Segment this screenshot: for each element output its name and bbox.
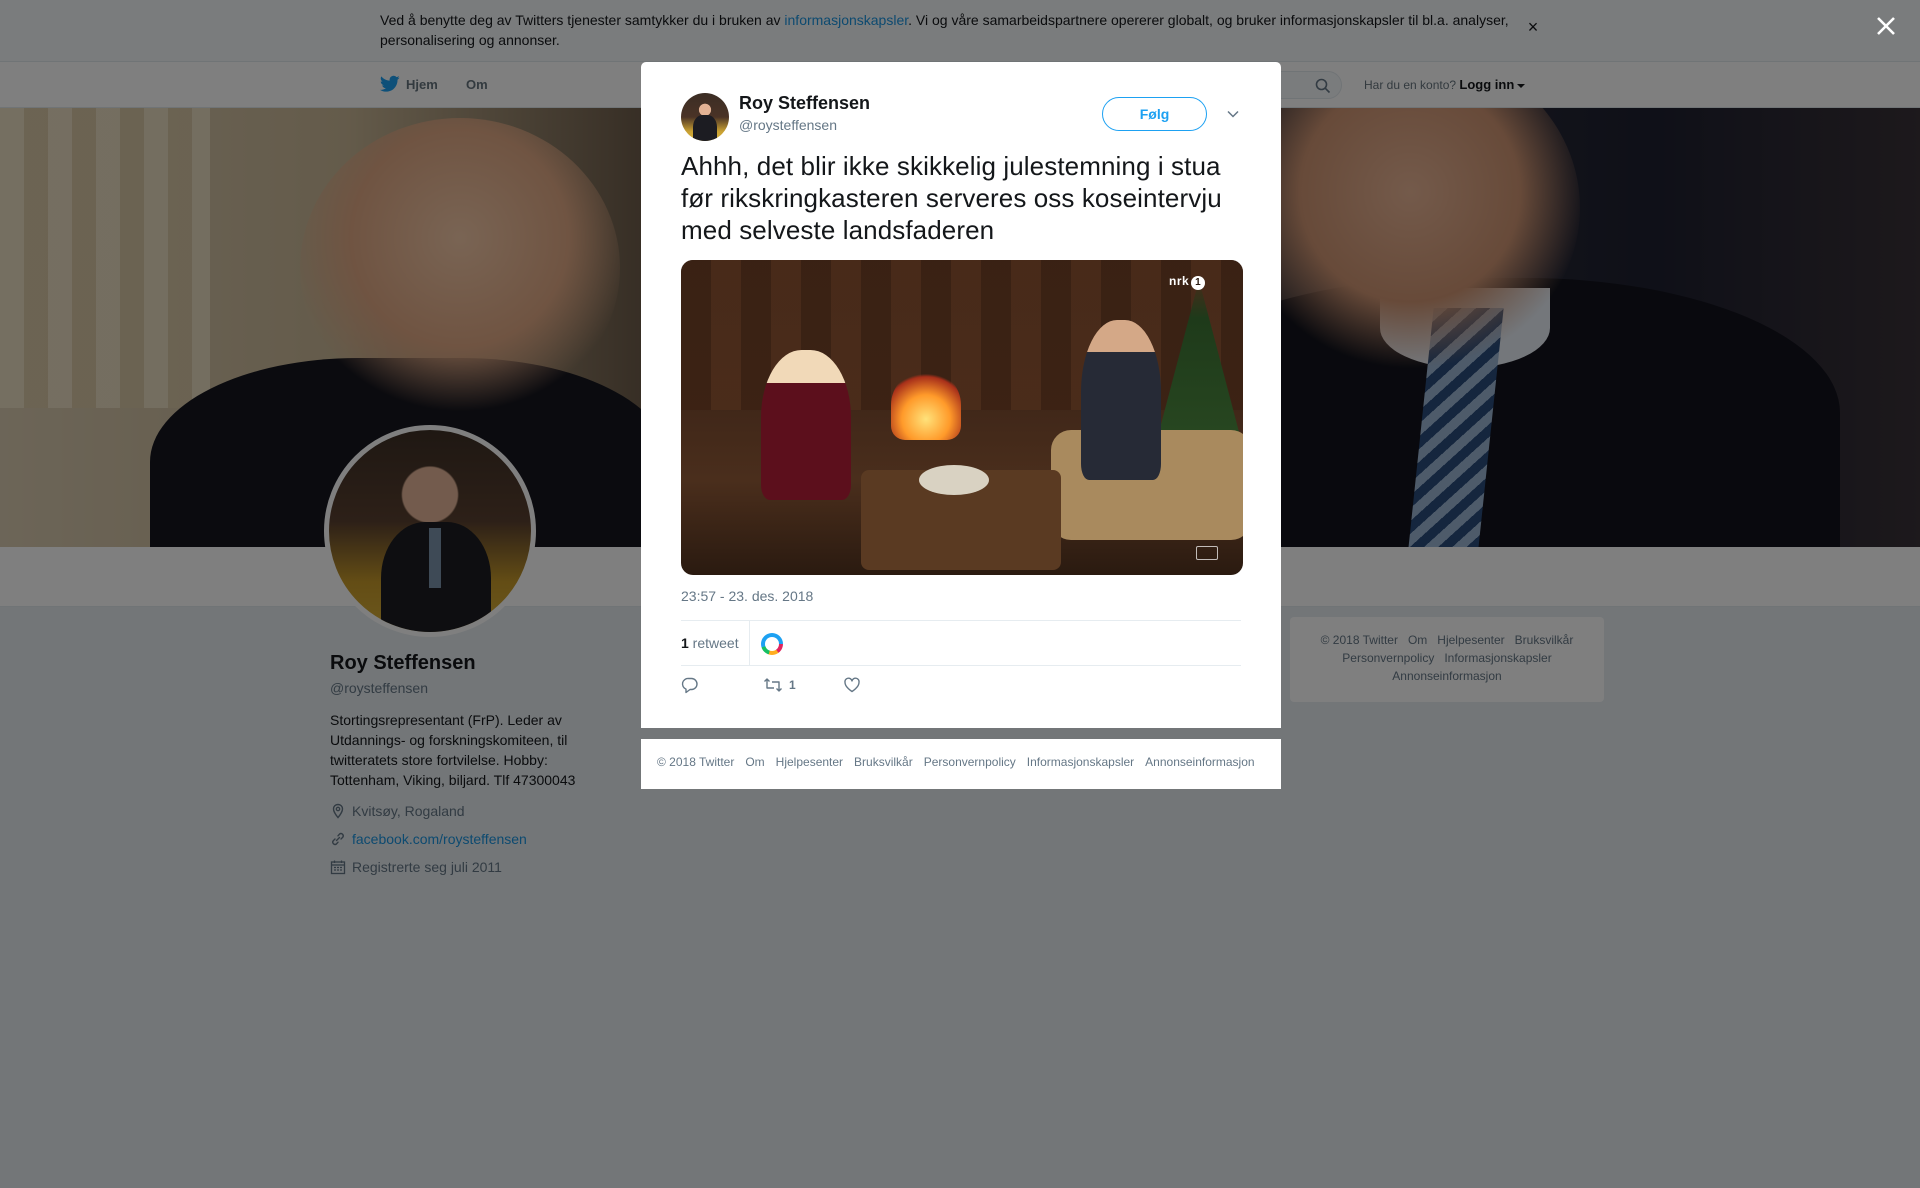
tweet-actions: 1 — [681, 676, 1241, 706]
reply-icon — [681, 677, 698, 694]
retweet-icon — [764, 678, 782, 692]
modal-footer-about[interactable]: Om — [745, 755, 764, 769]
tweet-author-avatar[interactable] — [681, 93, 729, 141]
nrk-logo-text: nrk — [1169, 274, 1190, 288]
chevron-down-icon[interactable] — [1225, 106, 1241, 122]
heart-icon — [844, 677, 860, 693]
modal-footer-copyright: © 2018 Twitter — [657, 755, 735, 769]
nrk-logo-number: 1 — [1191, 276, 1206, 290]
retweet-count-number: 1 — [681, 635, 689, 651]
like-button[interactable] — [843, 676, 867, 694]
tweet-author-handle[interactable]: @roysteffensen — [739, 117, 837, 133]
retweet-count[interactable]: 1 retweet — [681, 635, 739, 651]
close-icon[interactable] — [1872, 12, 1900, 40]
tweet-text: Ahhh, det blir ikke skikkelig julestemni… — [681, 151, 1222, 245]
modal-footer-terms[interactable]: Bruksvilkår — [854, 755, 913, 769]
tweet-author-name[interactable]: Roy Steffensen — [739, 93, 870, 114]
modal-footer-privacy[interactable]: Personvernpolicy — [924, 755, 1016, 769]
retweet-action-count: 1 — [789, 678, 796, 692]
follow-button[interactable]: Følg — [1102, 97, 1207, 131]
retweet-button[interactable]: 1 — [763, 676, 796, 694]
modal-footer-ads[interactable]: Annonseinformasjon — [1145, 755, 1254, 769]
tweet-stats: 1 retweet — [681, 620, 1241, 666]
modal-footer-cookies[interactable]: Informasjonskapsler — [1027, 755, 1134, 769]
modal-footer: © 2018 Twitter Om Hjelpesenter Bruksvilkår P… — [641, 739, 1281, 789]
retweet-count-label: retweet — [688, 635, 739, 651]
modal-footer-help[interactable]: Hjelpesenter — [776, 755, 843, 769]
reply-button[interactable] — [681, 676, 705, 694]
retweeter-avatar[interactable] — [761, 633, 783, 655]
tweet-permalink-modal: Roy Steffensen @roysteffensen Følg Ahhh,… — [641, 62, 1281, 728]
media-badge-icon — [1196, 546, 1218, 560]
tweet-timestamp[interactable]: 23:57 - 23. des. 2018 — [681, 588, 813, 604]
tweet-media-image[interactable]: nrk 1 — [681, 260, 1243, 575]
nrk-logo: nrk 1 — [1169, 274, 1206, 290]
